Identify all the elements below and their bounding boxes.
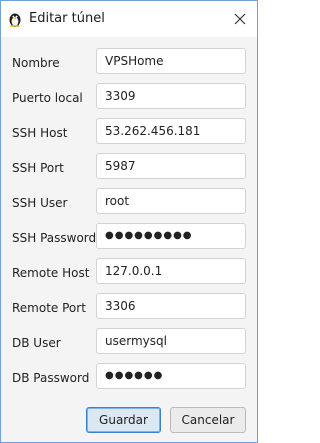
row-ssh-password: SSH Password ●●●●●●●●● <box>1 223 257 253</box>
field-label: Puerto local <box>12 91 83 105</box>
row-ssh-port: SSH Port 5987 <box>1 153 257 183</box>
row-db-password: DB Password ●●●●●● <box>1 363 257 393</box>
form-panel: Nombre VPSHome Puerto local 3309 SSH Hos… <box>1 37 257 442</box>
puerto-local-field[interactable]: 3309 <box>96 83 246 109</box>
title-bar[interactable]: Editar túnel <box>1 1 257 37</box>
cancel-button[interactable]: Cancelar <box>170 407 246 433</box>
row-db-user: DB User usermysql <box>1 328 257 358</box>
field-label: Nombre <box>12 56 60 70</box>
ssh-host-field[interactable]: 53.262.456.181 <box>96 118 246 144</box>
ssh-password-field[interactable]: ●●●●●●●●● <box>96 223 246 249</box>
remote-port-field[interactable]: 3306 <box>96 293 246 319</box>
field-label: DB Password <box>12 371 90 385</box>
save-button[interactable]: Guardar <box>86 407 161 433</box>
ssh-user-field[interactable]: root <box>96 188 246 214</box>
nombre-field[interactable]: VPSHome <box>96 48 246 74</box>
row-ssh-host: SSH Host 53.262.456.181 <box>1 118 257 148</box>
field-label: Remote Port <box>12 301 86 315</box>
row-ssh-user: SSH User root <box>1 188 257 218</box>
penguin-icon <box>8 12 22 27</box>
window-title: Editar túnel <box>29 11 105 26</box>
close-icon[interactable] <box>227 7 253 31</box>
row-nombre: Nombre VPSHome <box>1 48 257 78</box>
field-label: SSH User <box>12 196 68 210</box>
field-label: DB User <box>12 336 61 350</box>
db-password-field[interactable]: ●●●●●● <box>96 363 246 389</box>
button-bar: Guardar Cancelar <box>1 407 257 437</box>
field-label: SSH Password <box>12 231 97 245</box>
field-label: SSH Host <box>12 126 68 140</box>
row-puerto-local: Puerto local 3309 <box>1 83 257 113</box>
ssh-port-field[interactable]: 5987 <box>96 153 246 179</box>
field-label: SSH Port <box>12 161 64 175</box>
remote-host-field[interactable]: 127.0.0.1 <box>96 258 246 284</box>
field-label: Remote Host <box>12 266 90 280</box>
db-user-field[interactable]: usermysql <box>96 328 246 354</box>
row-remote-host: Remote Host 127.0.0.1 <box>1 258 257 288</box>
row-remote-port: Remote Port 3306 <box>1 293 257 323</box>
dialog-window: Editar túnel Nombre VPSHome Puerto local… <box>0 0 258 443</box>
